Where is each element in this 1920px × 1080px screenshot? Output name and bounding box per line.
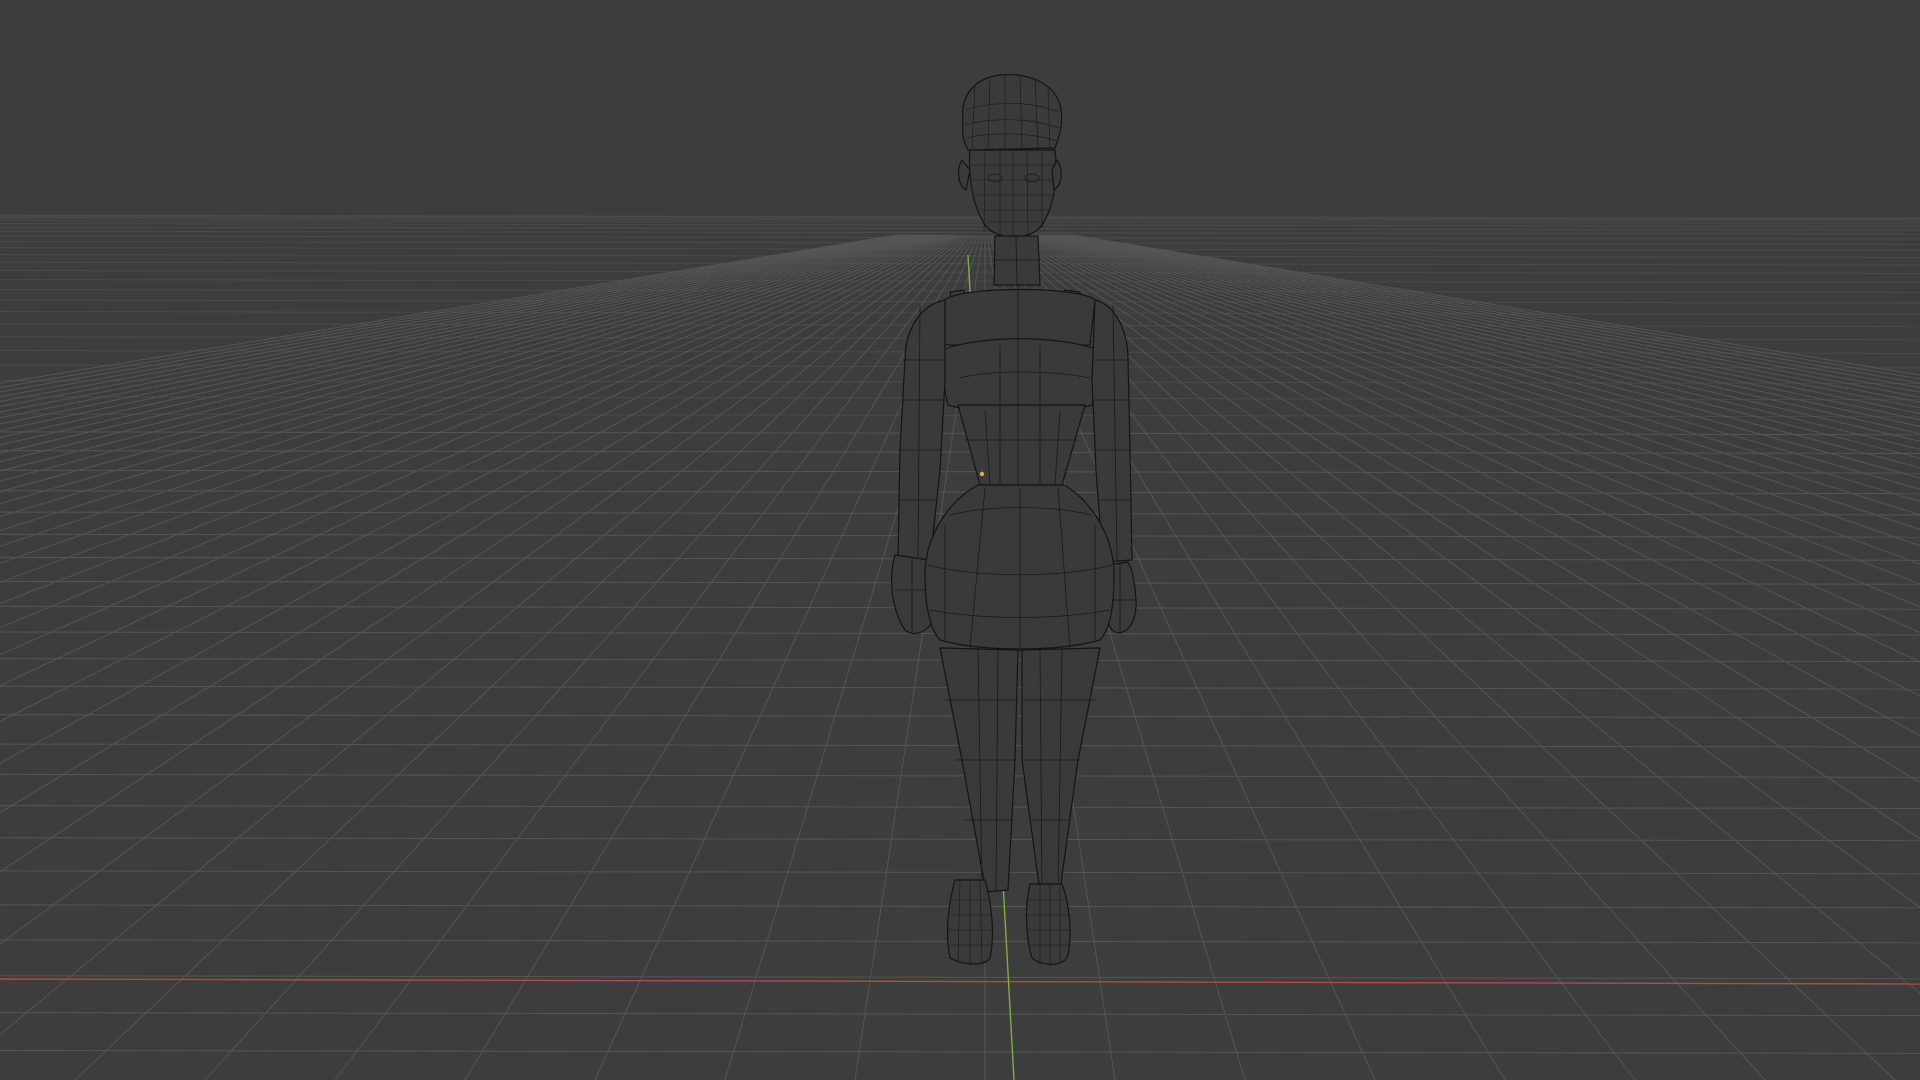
left-foot [946, 879, 994, 966]
skirt [924, 484, 1115, 652]
grid-line-horizontal [0, 975, 1920, 980]
grid-line-depth [1002, 234, 1920, 994]
grid-line-depth [1020, 234, 1920, 608]
grid-line-depth [1055, 234, 1920, 415]
grid-line-depth [1022, 234, 1920, 585]
neck [993, 235, 1041, 286]
grid-line-depth [0, 234, 917, 432]
grid-line-depth [0, 234, 911, 413]
grid-line-depth [1066, 234, 1920, 389]
grid-line-horizontal [0, 270, 1920, 274]
grid-line-depth [1000, 234, 1896, 1080]
right-leg [1021, 647, 1101, 893]
grid-line-horizontal [0, 223, 1920, 227]
grid-line-depth [0, 234, 935, 505]
grid-line-depth [0, 234, 957, 722]
grid-line-depth [1017, 234, 1920, 634]
grid-line-depth [0, 234, 906, 402]
grid-line-depth [1028, 234, 1920, 531]
grid-line-depth [0, 234, 920, 439]
grid-line-depth [1008, 234, 1920, 784]
grid-line-horizontal [0, 837, 1920, 842]
viewport-canvas[interactable] [0, 0, 1920, 1080]
grid-line-horizontal [0, 773, 1920, 778]
grid-line-depth [0, 234, 953, 656]
x-axis-line [0, 978, 1920, 985]
grid-line-depth [0, 234, 939, 532]
grid-line-depth [1004, 234, 1920, 908]
grid-line-depth [0, 234, 950, 629]
grid-line-depth [1068, 234, 1920, 384]
grid-line-depth [0, 234, 962, 814]
grid-line-depth [0, 234, 898, 384]
grid-line-horizontal [0, 230, 1920, 235]
hat [961, 73, 1063, 151]
grid-line-horizontal [0, 870, 1920, 875]
grid-line-depth [1064, 234, 1920, 393]
grid-line-depth [0, 234, 928, 472]
3d-viewport[interactable] [0, 0, 1920, 1080]
grid-line-depth [1011, 234, 1920, 737]
grid-line-horizontal [0, 1049, 1920, 1054]
left-leg [939, 647, 1019, 893]
grid-line-depth [1044, 234, 1920, 450]
grid-line-horizontal [0, 226, 1920, 231]
grid-line-depth [464, 234, 977, 1080]
grid-line-horizontal [0, 279, 1920, 284]
grid-line-depth [0, 234, 937, 518]
grid-line-depth [0, 234, 924, 454]
grid-line-depth [1039, 234, 1920, 469]
grid-line-depth [1048, 234, 1920, 435]
origin-point-icon[interactable] [979, 471, 985, 477]
grid-line-horizontal [0, 1012, 1920, 1017]
right-foot [1025, 883, 1071, 966]
grid-line-depth [0, 234, 968, 1036]
grid-line-depth [0, 234, 966, 945]
grid-line-depth [74, 234, 970, 1080]
grid-line-depth [1035, 234, 1920, 490]
grid-line-depth [1015, 234, 1920, 663]
grid-line-depth [1059, 234, 1920, 403]
character-mesh[interactable] [890, 73, 1137, 966]
grid-line-depth [1061, 234, 1920, 398]
grid-line-depth [1037, 234, 1920, 479]
grid-line-depth [0, 234, 922, 446]
grid-line-horizontal [0, 254, 1920, 258]
grid-line-depth [204, 234, 973, 1080]
grid-line-depth [1057, 234, 1920, 409]
grid-line-depth [1006, 234, 1920, 840]
grid-line-depth [0, 234, 964, 873]
torso [941, 285, 1099, 486]
grid-line-depth [1024, 234, 1920, 565]
grid-line-depth [1050, 234, 1920, 428]
grid-line-depth [1013, 234, 1920, 697]
grid-line-depth [0, 234, 915, 425]
grid-line-depth [1042, 234, 1920, 459]
grid-line-depth [0, 234, 931, 482]
grid-line-horizontal [0, 805, 1920, 810]
grid-line-depth [1026, 234, 1920, 547]
grid-line-depth [0, 234, 955, 687]
